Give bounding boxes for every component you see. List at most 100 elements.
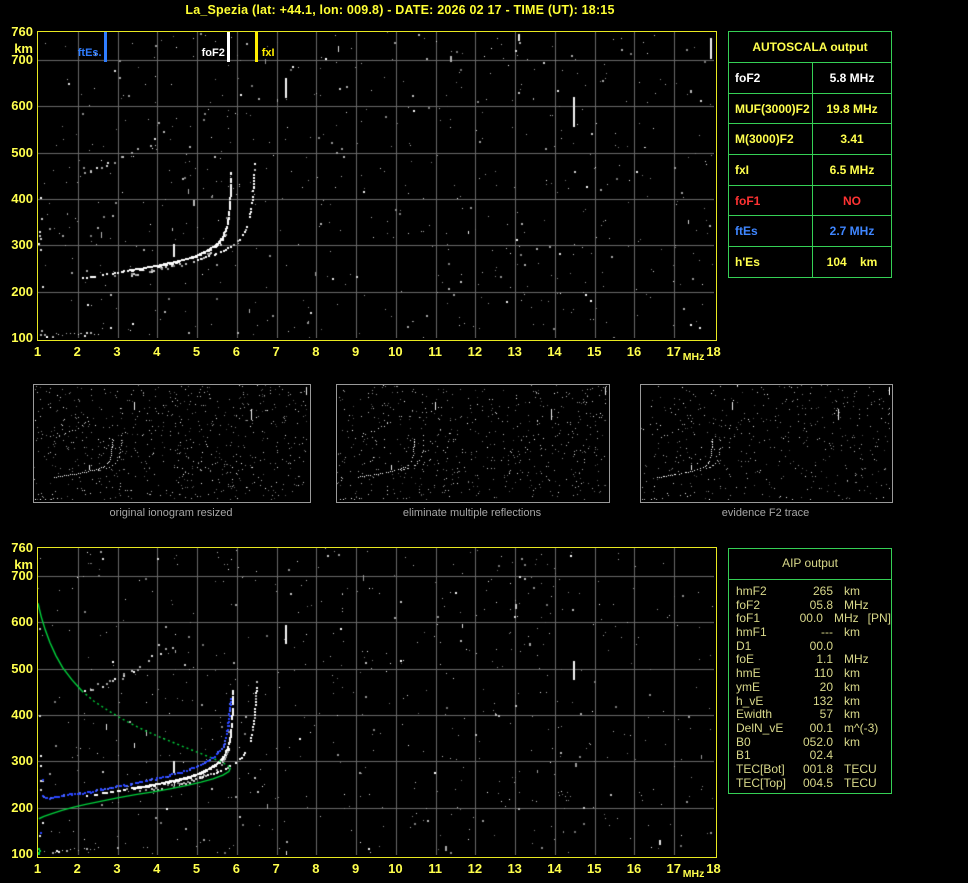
aip-param-value: 265 xyxy=(812,584,833,598)
y-tick-label: 300 xyxy=(11,753,33,769)
aip-table-header: AIP output xyxy=(729,549,891,580)
aip-param-unit: km xyxy=(844,707,860,722)
foF2-marker-line xyxy=(227,32,231,62)
bottom-ionogram-plot xyxy=(37,547,717,858)
aip-output-table: AIP output hmF2 265 km foF2 05.8 MHz foF1 00.0 M… xyxy=(728,548,892,794)
aip-row: DelN_vE 00.1 m^(-3) xyxy=(729,720,891,736)
y-tick-label: 200 xyxy=(11,283,33,299)
y-tick-label: 200 xyxy=(11,799,33,815)
x-tick-label: 10 xyxy=(388,861,403,876)
thumbnail-eliminate-canvas xyxy=(337,385,607,500)
aip-param-note: [PN] xyxy=(867,611,891,626)
aip-row: foF2 05.8 MHz xyxy=(729,597,891,613)
autoscala-window: La_Spezia (lat: +44.1, lon: 009.8) - DAT… xyxy=(0,0,968,883)
autoscala-param-label: h'Es xyxy=(729,247,813,277)
aip-param-value: 001.8 xyxy=(802,761,833,776)
aip-param-unit: TECU xyxy=(844,761,877,776)
aip-param-name: hmE xyxy=(736,666,761,681)
thumbnail-evidence-f2 xyxy=(640,384,893,503)
aip-param-name: Ewidth xyxy=(736,707,773,722)
x-tick-label: 6 xyxy=(232,344,240,359)
aip-param-name: B0 xyxy=(736,734,751,749)
aip-param-value: 004.5 xyxy=(802,775,833,790)
x-tick-label: 1 xyxy=(33,861,42,876)
caption-evidence-f2: evidence F2 trace xyxy=(721,507,810,519)
autoscala-param-value: 104 km xyxy=(826,254,878,269)
x-tick-label: 1 xyxy=(33,344,42,359)
x-tick-label: 9 xyxy=(351,344,360,359)
aip-row: B0 052.0 km xyxy=(729,734,891,750)
autoscala-table-header: AUTOSCALA output xyxy=(752,40,868,54)
aip-param-value: 57 xyxy=(819,707,833,722)
x-tick-label: 13 xyxy=(507,861,522,876)
autoscala-row: M(3000)F2 3.41 xyxy=(729,123,891,155)
caption-original-ionogram: original ionogram resized xyxy=(109,507,233,519)
aip-param-name: TEC[Bot] xyxy=(736,761,785,776)
aip-param-unit: km xyxy=(844,584,860,598)
aip-param-unit: TECU xyxy=(844,775,877,790)
x-tick-label: 14 xyxy=(547,861,562,876)
x-tick-label: 10 xyxy=(388,344,403,359)
y-tick-label: 500 xyxy=(11,660,33,676)
autoscala-param-label: foF1 xyxy=(729,185,813,216)
x-tick-label: 6 xyxy=(232,861,240,876)
autoscala-output-table: AUTOSCALA output foF2 5.8 MHz MUF(3000)F2 1… xyxy=(728,31,892,278)
x-tick-label: 4 xyxy=(153,861,161,876)
thumbnail-evidence-canvas xyxy=(641,385,890,500)
autoscala-param-value: 2.7 MHz xyxy=(829,224,875,239)
x-axis-unit: MHz xyxy=(682,351,705,363)
foF2-marker-label: foF2 xyxy=(201,47,225,59)
aip-param-value: 132 xyxy=(812,693,833,708)
ftEs-marker-label: ftEs. xyxy=(77,47,102,59)
aip-param-value: --- xyxy=(821,625,833,640)
aip-param-unit: km xyxy=(844,734,860,749)
x-tick-label: 2 xyxy=(73,861,81,876)
aip-param-unit: km xyxy=(844,693,860,708)
aip-param-value: 00.0 xyxy=(799,611,823,626)
autoscala-row: MUF(3000)F2 19.8 MHz xyxy=(729,92,891,124)
aip-param-name: DelN_vE xyxy=(736,720,784,735)
y-tick-label: 600 xyxy=(11,614,33,630)
fxI-marker-line xyxy=(255,32,259,62)
aip-row: TEC[Top] 004.5 TECU xyxy=(729,775,891,791)
thumbnail-original-ionogram xyxy=(33,384,311,503)
aip-param-value: 052.0 xyxy=(802,734,833,749)
aip-param-name: hmF2 xyxy=(736,584,767,598)
autoscala-row: foF2 5.8 MHz xyxy=(729,62,891,93)
autoscala-param-label: ftEs xyxy=(729,216,813,247)
x-tick-label: 3 xyxy=(113,861,121,876)
aip-param-unit: MHz xyxy=(844,652,869,667)
x-axis-unit: MHz xyxy=(682,868,705,880)
aip-row: B1 02.4 xyxy=(729,749,891,763)
x-tick-label: 15 xyxy=(586,861,602,876)
autoscala-param-value: 5.8 MHz xyxy=(829,70,875,85)
aip-row: D1 00.0 xyxy=(729,639,891,654)
x-tick-label: 14 xyxy=(547,344,562,359)
y-tick-label: 500 xyxy=(11,144,33,160)
y-tick-label: 760 xyxy=(11,540,33,555)
bottom-ionogram-canvas xyxy=(38,548,714,855)
aip-param-name: foF2 xyxy=(736,597,761,612)
autoscala-row: fxI 6.5 MHz xyxy=(729,154,891,185)
fxI-marker-label: fxI xyxy=(261,47,275,59)
x-tick-label: 2 xyxy=(73,344,81,359)
y-tick-label: 400 xyxy=(11,190,33,206)
aip-param-name: TEC[Top] xyxy=(736,775,787,790)
y-tick-label: 400 xyxy=(11,706,33,722)
x-tick-label: 7 xyxy=(272,344,280,359)
autoscala-param-label: MUF(3000)F2 xyxy=(729,93,813,124)
autoscala-param-label: foF2 xyxy=(729,63,813,93)
station-title: La_Spezia (lat: +44.1, lon: 009.8) - DAT… xyxy=(185,3,615,17)
aip-row: TEC[Bot] 001.8 TECU xyxy=(729,761,891,777)
aip-row: hmF1 --- km xyxy=(729,625,891,640)
x-tick-label: 11 xyxy=(428,861,443,876)
aip-param-value: 20 xyxy=(819,679,833,694)
aip-row: Ewidth 57 km xyxy=(729,708,891,722)
aip-param-value: 05.8 xyxy=(809,597,833,612)
y-tick-label: 760 xyxy=(11,24,33,39)
x-tick-label: 5 xyxy=(192,861,201,876)
aip-row: foE 1.1 MHz xyxy=(729,653,891,667)
aip-param-unit: km xyxy=(844,666,860,681)
aip-param-unit: m^(-3) xyxy=(844,720,879,735)
x-tick-label: 16 xyxy=(626,861,642,876)
